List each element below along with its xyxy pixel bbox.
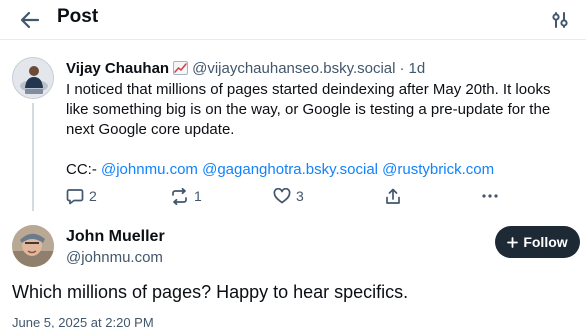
author-handle[interactable]: @vijaychauhanseo.bsky.social (192, 60, 395, 77)
post-mentions-line: CC:- @johnmu.com @gaganghotra.bsky.socia… (66, 160, 494, 180)
thread-connector-line (32, 103, 34, 211)
repost-icon (172, 187, 187, 205)
post-age[interactable]: 1d (408, 60, 425, 77)
top-bar: Post (0, 0, 586, 40)
more-horizontal-icon (482, 194, 498, 198)
arrow-left-icon (20, 11, 40, 29)
repost-count: 1 (194, 188, 202, 204)
post-actions: 2 1 3 (66, 185, 506, 207)
chart-increasing-emoji-icon (173, 61, 189, 75)
sliders-icon (552, 12, 568, 28)
mention-link[interactable]: @gaganghotra.bsky.social (202, 161, 378, 178)
page-title: Post (57, 6, 99, 27)
back-button[interactable] (14, 4, 46, 36)
reply-button[interactable]: 2 (66, 185, 97, 207)
like-count: 3 (296, 188, 304, 204)
avatar-photo (12, 225, 54, 267)
author-name[interactable]: John Mueller (66, 228, 165, 246)
mention-link[interactable]: @johnmu.com (101, 161, 198, 178)
separator-dot: · (399, 60, 405, 77)
avatar-photo (13, 58, 53, 98)
author-handle[interactable]: @johnmu.com (66, 249, 163, 267)
post-text: I noticed that millions of pages started… (66, 81, 551, 138)
reply-count: 2 (89, 188, 97, 204)
post-text: Which millions of pages? Happy to hear s… (12, 282, 409, 302)
thread-options-button[interactable] (544, 4, 576, 36)
heart-icon (273, 188, 291, 204)
avatar[interactable] (12, 225, 54, 267)
like-button[interactable]: 3 (273, 185, 304, 207)
author-name[interactable]: Vijay Chauhan (66, 60, 169, 77)
reply-icon (66, 188, 84, 204)
parent-post[interactable]: Vijay Chauhan @vijaychauhanseo.bsky.socia… (0, 41, 586, 213)
follow-button[interactable]: Follow (495, 226, 580, 258)
more-options-button[interactable] (482, 185, 498, 207)
post-timestamp: June 5, 2025 at 2:20 PM (12, 315, 154, 328)
cc-prefix: CC:- (66, 161, 97, 178)
share-button[interactable] (385, 185, 401, 207)
plus-icon (507, 236, 519, 248)
share-icon (386, 188, 400, 204)
post-author-line: Vijay Chauhan @vijaychauhanseo.bsky.socia… (66, 60, 425, 78)
focused-post: John Mueller @johnmu.com Follow Which mi… (0, 213, 586, 328)
avatar[interactable] (12, 57, 54, 99)
follow-label: Follow (523, 234, 568, 250)
mention-link[interactable]: @rustybrick.com (382, 161, 494, 178)
repost-button[interactable]: 1 (170, 185, 202, 207)
